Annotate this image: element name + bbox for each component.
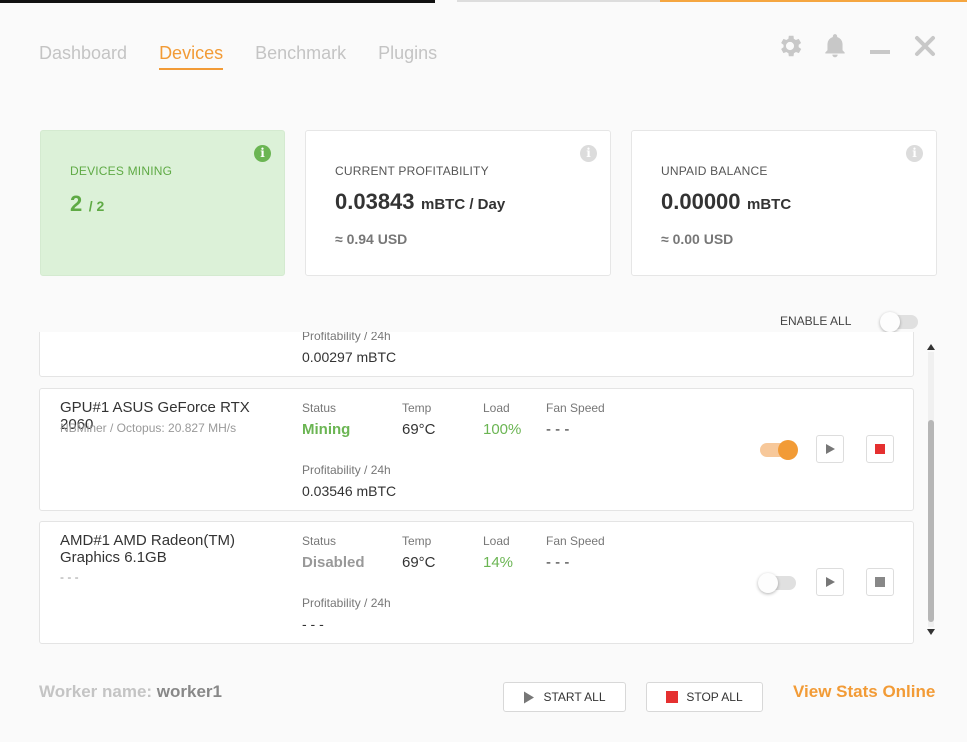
- scroll-up-icon[interactable]: [927, 344, 935, 350]
- gear-icon[interactable]: [776, 32, 804, 60]
- balance-value: 0.00000: [661, 189, 741, 214]
- devices-mining-total: / 2: [88, 198, 105, 214]
- play-icon: [826, 444, 835, 454]
- device-row: GPU#1 ASUS GeForce RTX 2060 NBMiner / Oc…: [39, 388, 914, 511]
- scrollbar-thumb[interactable]: [928, 420, 934, 622]
- stop-icon: [875, 577, 885, 587]
- play-icon: [524, 691, 535, 703]
- profit-value: 0.03546 mBTC: [302, 483, 397, 499]
- profitability-card: CURRENT PROFITABILITY i 0.03843 mBTC / D…: [305, 130, 611, 276]
- minimize-icon[interactable]: [866, 32, 894, 60]
- device-miner: NBMiner / Octopus: 20.827 MH/s: [60, 421, 237, 435]
- fan-label: Fan Speed: [546, 534, 605, 548]
- balance-unit: mBTC: [746, 196, 792, 213]
- profit-label: Profitability / 24h: [302, 463, 391, 477]
- play-icon: [826, 577, 835, 587]
- devices-mining-count: 2: [70, 191, 83, 216]
- profit-value: 0.00297 mBTC: [302, 349, 397, 365]
- balance-card: UNPAID BALANCE i 0.00000 mBTC ≈ 0.00 USD: [631, 130, 937, 276]
- enable-all-label: ENABLE ALL: [780, 314, 852, 328]
- main-nav: Dashboard Devices Benchmark Plugins: [39, 43, 469, 70]
- stop-icon: [875, 444, 885, 454]
- info-icon[interactable]: i: [254, 145, 271, 162]
- status-value: Disabled: [302, 554, 365, 571]
- info-icon[interactable]: i: [580, 145, 597, 162]
- device-list-scrollbar[interactable]: [923, 338, 937, 641]
- status-label: Status: [302, 401, 337, 415]
- top-strip: [0, 0, 967, 3]
- load-label: Load: [483, 534, 510, 548]
- profit-label: Profitability / 24h: [302, 596, 391, 610]
- start-device-button[interactable]: [816, 568, 844, 596]
- fan-label: Fan Speed: [546, 401, 605, 415]
- start-all-button[interactable]: START ALL: [503, 682, 626, 712]
- load-label: Load: [483, 401, 510, 415]
- enable-all-toggle[interactable]: [880, 312, 918, 332]
- tab-devices[interactable]: Devices: [159, 43, 224, 70]
- fan-value: - - -: [546, 421, 570, 438]
- fan-value: - - -: [546, 554, 570, 571]
- stop-all-button[interactable]: STOP ALL: [646, 682, 763, 712]
- device-name: AMD#1 AMD Radeon(TM) Graphics 6.1GB: [60, 532, 236, 566]
- tab-benchmark[interactable]: Benchmark: [255, 43, 346, 70]
- temp-value: 69°C: [402, 421, 436, 438]
- device-enable-toggle[interactable]: [760, 440, 798, 460]
- view-stats-online-link[interactable]: View Stats Online: [793, 682, 935, 702]
- profit-label: Profitability / 24h: [302, 332, 391, 343]
- device-list: Profitability / 24h 0.00297 mBTC GPU#1 A…: [39, 332, 915, 644]
- load-value: 100%: [483, 421, 522, 438]
- stop-device-button[interactable]: [866, 568, 894, 596]
- info-icon[interactable]: i: [906, 145, 923, 162]
- window-controls: [759, 32, 939, 60]
- temp-value: 69°C: [402, 554, 436, 571]
- profitability-unit: mBTC / Day: [420, 196, 506, 213]
- device-row: Profitability / 24h 0.00297 mBTC: [39, 332, 914, 377]
- tab-plugins[interactable]: Plugins: [378, 43, 437, 70]
- stop-device-button[interactable]: [866, 435, 894, 463]
- device-enable-toggle[interactable]: [758, 573, 796, 593]
- status-value: Mining: [302, 421, 351, 438]
- bell-icon[interactable]: [821, 32, 849, 60]
- stop-icon: [666, 691, 679, 703]
- card-label: DEVICES MINING: [70, 164, 173, 178]
- devices-mining-card: DEVICES MINING i 2 / 2: [40, 130, 285, 276]
- worker-name-display: Worker name: worker1: [39, 682, 222, 702]
- scroll-down-icon[interactable]: [927, 629, 935, 635]
- worker-name-value: worker1: [156, 682, 222, 701]
- profitability-value: 0.03843: [335, 189, 415, 214]
- tab-dashboard[interactable]: Dashboard: [39, 43, 127, 70]
- card-label: CURRENT PROFITABILITY: [335, 164, 489, 178]
- profit-value: - - -: [302, 616, 324, 632]
- temp-label: Temp: [402, 534, 432, 548]
- start-device-button[interactable]: [816, 435, 844, 463]
- profitability-fiat: ≈ 0.94 USD: [335, 231, 408, 247]
- stop-all-label: STOP ALL: [686, 690, 743, 704]
- start-all-label: START ALL: [543, 690, 606, 704]
- device-miner: - - -: [60, 570, 79, 584]
- close-icon[interactable]: [911, 32, 939, 60]
- load-value: 14%: [483, 554, 514, 571]
- card-label: UNPAID BALANCE: [661, 164, 768, 178]
- temp-label: Temp: [402, 401, 432, 415]
- device-row: AMD#1 AMD Radeon(TM) Graphics 6.1GB - - …: [39, 521, 914, 644]
- balance-fiat: ≈ 0.00 USD: [661, 231, 734, 247]
- status-label: Status: [302, 534, 337, 548]
- worker-name-label: Worker name:: [39, 682, 153, 701]
